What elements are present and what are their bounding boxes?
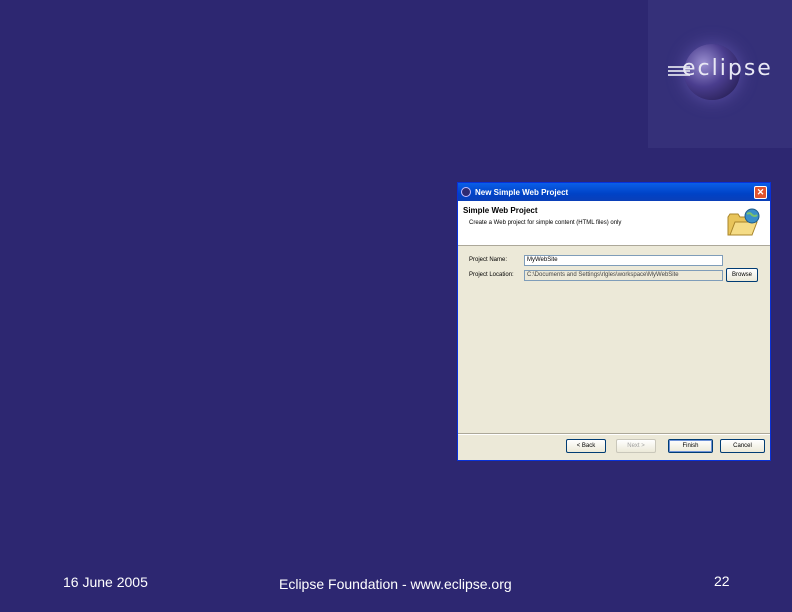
close-icon[interactable]: ✕ xyxy=(754,185,767,199)
web-folder-icon xyxy=(727,208,760,236)
browse-button[interactable]: Browse xyxy=(726,268,758,282)
dialog-title: New Simple Web Project xyxy=(475,187,569,197)
new-simple-web-project-dialog: New Simple Web Project ✕ Simple Web Proj… xyxy=(457,182,771,461)
project-location-label: Project Location: xyxy=(469,272,514,278)
button-separator xyxy=(458,433,770,435)
dialog-header: Simple Web Project Create a Web project … xyxy=(458,201,770,246)
header-description: Create a Web project for simple content … xyxy=(469,220,622,226)
project-name-label: Project Name: xyxy=(469,257,508,263)
back-button[interactable]: < Back xyxy=(566,439,606,453)
next-button[interactable]: Next > xyxy=(616,439,656,453)
footer-date: 16 June 2005 xyxy=(63,574,148,590)
footer-organization: Eclipse Foundation - www.eclipse.org xyxy=(279,576,512,592)
logo-text: eclipse xyxy=(682,56,773,81)
finish-button[interactable]: Finish xyxy=(668,439,713,453)
project-name-input[interactable]: MyWebSite xyxy=(524,255,723,266)
slide-number: 22 xyxy=(714,573,730,589)
eclipse-app-icon xyxy=(461,187,471,197)
header-title: Simple Web Project xyxy=(463,206,538,215)
project-location-input[interactable]: C:\Documents and Settings\rlgles\workspa… xyxy=(524,270,723,281)
cancel-button[interactable]: Cancel xyxy=(720,439,765,453)
dialog-titlebar: New Simple Web Project ✕ xyxy=(458,183,770,201)
